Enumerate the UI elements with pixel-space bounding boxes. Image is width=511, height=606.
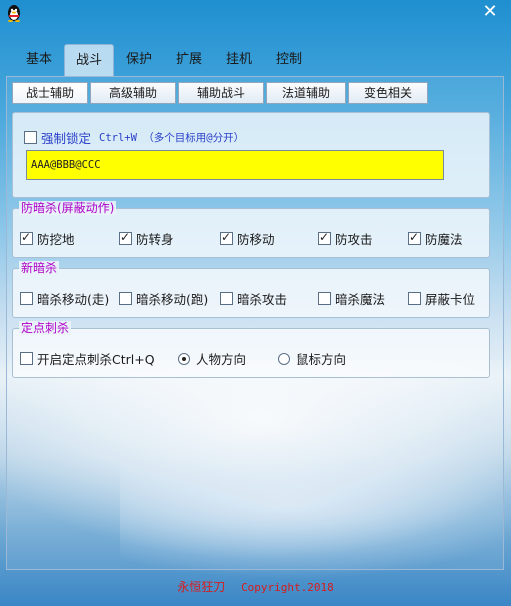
subtab-assist-combat[interactable]: 辅助战斗 — [178, 82, 264, 104]
anti-attack-checkbox[interactable]: 防攻击 — [318, 229, 373, 248]
check-icon[interactable] — [408, 292, 421, 305]
block-position-checkbox[interactable]: 屏蔽卡位 — [408, 289, 475, 308]
direction-character-radio[interactable]: 人物方向 — [178, 349, 246, 368]
tab-afk[interactable]: 挂机 — [214, 44, 264, 76]
force-lock-checkbox[interactable]: 强制锁定 Ctrl+W （多个目标用@分开） — [24, 128, 244, 147]
assassin-magic-checkbox[interactable]: 暗杀魔法 — [318, 289, 385, 308]
check-icon[interactable] — [119, 292, 132, 305]
radio-icon[interactable] — [278, 352, 290, 365]
fixed-stab-enable-label: 开启定点刺杀Ctrl+Q — [37, 352, 155, 367]
check-icon[interactable] — [20, 230, 33, 245]
qq-penguin-icon — [8, 5, 20, 22]
tab-protection[interactable]: 保护 — [114, 44, 164, 76]
subtab-taoist-assist[interactable]: 法道辅助 — [266, 82, 346, 104]
anti-move-label: 防移动 — [237, 232, 275, 247]
tab-control[interactable]: 控制 — [264, 44, 314, 76]
assassin-magic-label: 暗杀魔法 — [335, 292, 386, 307]
subtab-color-change[interactable]: 变色相关 — [348, 82, 428, 104]
anti-dig-label: 防挖地 — [37, 232, 75, 247]
tab-extension[interactable]: 扩展 — [164, 44, 214, 76]
assassin-run-checkbox[interactable]: 暗杀移动(跑) — [119, 289, 208, 308]
main-tab-bar: 基本 战斗 保护 扩展 挂机 控制 — [14, 44, 314, 76]
assassin-attack-label: 暗杀攻击 — [237, 292, 288, 307]
check-icon[interactable] — [318, 292, 331, 305]
anti-dig-checkbox[interactable]: 防挖地 — [20, 229, 75, 248]
force-lock-hint: Ctrl+W （多个目标用@分开） — [99, 132, 245, 144]
force-lock-label: 强制锁定 — [41, 131, 92, 146]
title-bar[interactable]: ✕ — [0, 0, 511, 28]
assassin-run-label: 暗杀移动(跑) — [136, 292, 209, 307]
subtab-warrior-assist[interactable]: 战士辅助 — [12, 82, 88, 104]
check-icon[interactable] — [220, 230, 233, 245]
direction-character-label: 人物方向 — [196, 352, 247, 367]
check-icon[interactable] — [318, 230, 331, 245]
close-button[interactable]: ✕ — [479, 2, 501, 22]
block-position-label: 屏蔽卡位 — [425, 292, 476, 307]
check-icon[interactable] — [408, 230, 421, 245]
footer: 永恒狂刀 Copyright.2018 — [0, 578, 511, 595]
anti-turn-label: 防转身 — [136, 232, 174, 247]
footer-author: 永恒狂刀 — [177, 580, 226, 594]
fixed-stab-title: 定点刺杀 — [19, 321, 72, 335]
tab-combat[interactable]: 战斗 — [64, 44, 114, 76]
direction-mouse-label: 鼠标方向 — [296, 352, 347, 367]
direction-mouse-radio[interactable]: 鼠标方向 — [278, 349, 346, 368]
assassin-attack-checkbox[interactable]: 暗杀攻击 — [220, 289, 287, 308]
anti-assassin-title: 防暗杀(屏蔽动作) — [19, 201, 117, 215]
anti-magic-label: 防魔法 — [425, 232, 463, 247]
fixed-stab-enable-checkbox[interactable]: 开启定点刺杀Ctrl+Q — [20, 349, 155, 368]
lock-target-input[interactable]: AAA@BBB@CCC — [26, 150, 444, 180]
assassin-walk-checkbox[interactable]: 暗杀移动(走) — [20, 289, 109, 308]
check-icon[interactable] — [119, 230, 132, 245]
radio-selected-icon[interactable] — [178, 352, 190, 365]
subtab-advanced-assist[interactable]: 高级辅助 — [90, 82, 176, 104]
anti-attack-label: 防攻击 — [335, 232, 373, 247]
check-icon[interactable] — [20, 352, 33, 365]
assassin-walk-label: 暗杀移动(走) — [37, 292, 110, 307]
anti-move-checkbox[interactable]: 防移动 — [220, 229, 275, 248]
tab-basic[interactable]: 基本 — [14, 44, 64, 76]
check-icon[interactable] — [220, 292, 233, 305]
anti-magic-checkbox[interactable]: 防魔法 — [408, 229, 463, 248]
anti-turn-checkbox[interactable]: 防转身 — [119, 229, 174, 248]
new-assassin-title: 新暗杀 — [19, 261, 60, 275]
force-lock-check-icon[interactable] — [24, 131, 37, 144]
check-icon[interactable] — [20, 292, 33, 305]
app-window: ✕ 基本 战斗 保护 扩展 挂机 控制 战士辅助 高级辅助 辅助战斗 法道辅助 … — [0, 0, 511, 606]
footer-copyright: Copyright.2018 — [241, 581, 334, 594]
sub-tab-bar: 战士辅助 高级辅助 辅助战斗 法道辅助 变色相关 — [12, 82, 430, 104]
